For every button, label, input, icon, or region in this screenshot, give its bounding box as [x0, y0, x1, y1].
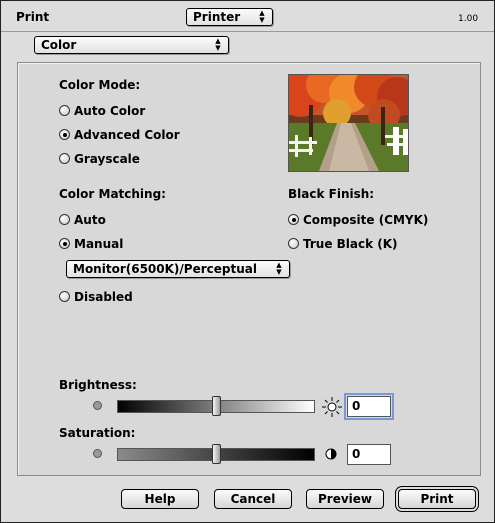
brightness-label: Brightness:: [59, 378, 137, 392]
small-dot-icon: [93, 401, 102, 410]
popup-arrows-icon: ▲ ▼: [276, 261, 282, 276]
printer-popup[interactable]: Printer ▲ ▼: [186, 8, 273, 26]
saturation-value-field[interactable]: 0: [347, 444, 391, 465]
radio-label: Disabled: [74, 290, 133, 304]
panel-popup[interactable]: Color ▲ ▼: [34, 36, 229, 54]
contrast-icon: [325, 448, 337, 460]
header-divider: [1, 31, 494, 32]
radio-button-selected[interactable]: [288, 214, 299, 225]
radio-label: Auto Color: [74, 104, 146, 118]
saturation-label: Saturation:: [59, 426, 136, 440]
radio-button[interactable]: [59, 291, 70, 302]
radio-button[interactable]: [59, 153, 70, 164]
profile-popup-label: Monitor(6500K)/Perceptual: [73, 262, 257, 276]
sun-icon: [322, 397, 342, 417]
cancel-button[interactable]: Cancel: [214, 489, 292, 509]
preview-image: [288, 74, 409, 172]
print-dialog: Print Printer ▲ ▼ 1.00 Color ▲ ▼ Color Mod…: [0, 0, 495, 523]
popup-arrows-icon: ▲ ▼: [215, 37, 221, 52]
profile-popup[interactable]: Monitor(6500K)/Perceptual ▲ ▼: [66, 260, 290, 278]
dialog-title: Print: [16, 10, 50, 24]
color-matching-label: Color Matching:: [59, 187, 166, 201]
version-label: 1.00: [458, 14, 479, 24]
autumn-road-image: [289, 75, 408, 171]
radio-label: Auto: [74, 213, 106, 227]
radio-button-selected[interactable]: [59, 238, 70, 249]
radio-button[interactable]: [288, 238, 299, 249]
preview-button[interactable]: Preview: [306, 489, 384, 509]
saturation-slider-thumb[interactable]: [211, 444, 221, 464]
brightness-value-field[interactable]: 0: [344, 393, 394, 420]
black-finish-label: Black Finish:: [288, 187, 375, 201]
panel-popup-label: Color: [41, 38, 77, 52]
radio-label: Advanced Color: [74, 128, 180, 142]
color-mode-label: Color Mode:: [59, 78, 141, 92]
radio-label: Grayscale: [74, 152, 140, 166]
radio-button[interactable]: [59, 105, 70, 116]
print-button[interactable]: Print: [398, 489, 476, 509]
radio-button[interactable]: [59, 214, 70, 225]
help-button[interactable]: Help: [121, 489, 199, 509]
radio-label: Manual: [74, 237, 124, 251]
radio-label: True Black (K): [303, 237, 398, 251]
radio-label: Composite (CMYK): [303, 213, 429, 227]
printer-popup-label: Printer: [193, 10, 241, 24]
popup-arrows-icon: ▲ ▼: [259, 9, 265, 24]
radio-button-selected[interactable]: [59, 129, 70, 140]
brightness-slider-thumb[interactable]: [211, 396, 221, 416]
small-dot-icon: [93, 449, 102, 458]
